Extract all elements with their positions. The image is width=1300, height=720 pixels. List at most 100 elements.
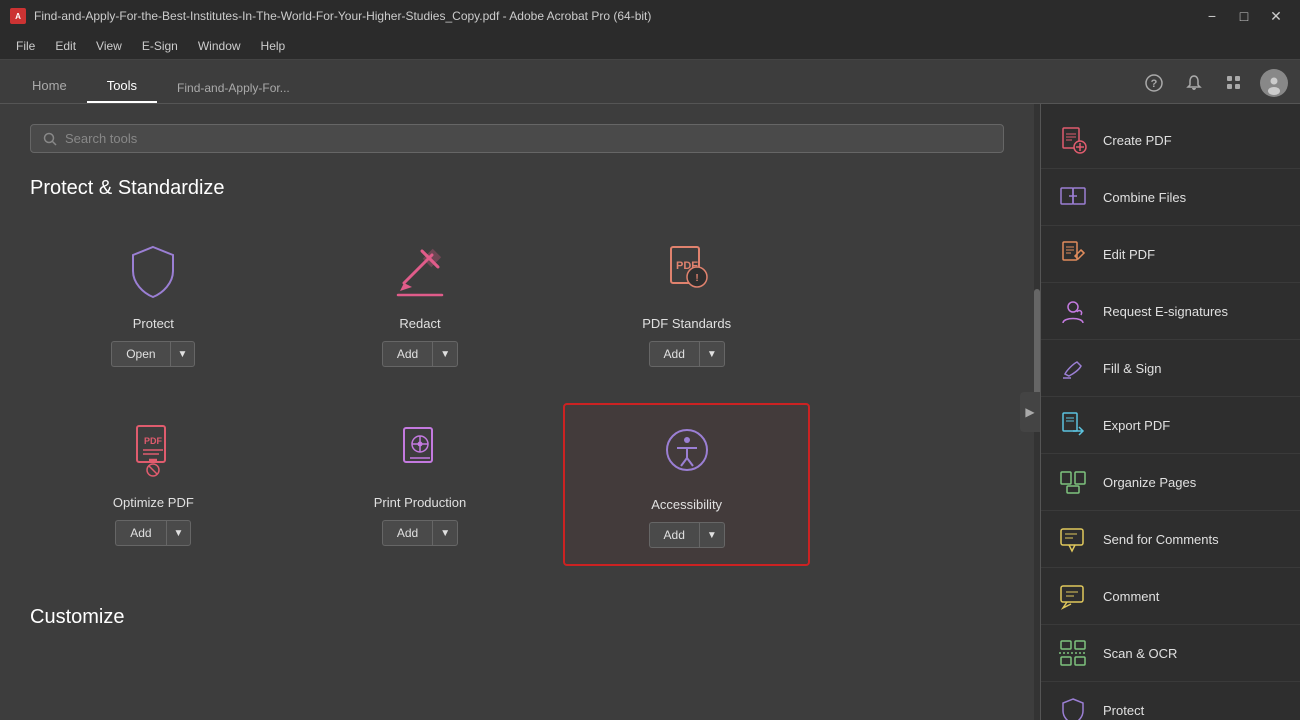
tool-card-pdf-standards: PDF ! PDF Standards Add ▼ — [563, 224, 810, 383]
menu-bar: File Edit View E-Sign Window Help — [0, 32, 1300, 60]
tool-actions-optimize-pdf: Add ▼ — [115, 520, 191, 546]
notification-icon[interactable] — [1180, 69, 1208, 97]
tab-file[interactable]: Find-and-Apply-For... — [157, 73, 310, 103]
panel-item-request-esign[interactable]: Request E-signatures — [1041, 283, 1300, 340]
menu-edit[interactable]: Edit — [47, 35, 84, 57]
panel-item-comment[interactable]: Comment — [1041, 568, 1300, 625]
panel-item-create-pdf[interactable]: Create PDF — [1041, 112, 1300, 169]
panel-item-combine-files[interactable]: Combine Files — [1041, 169, 1300, 226]
svg-text:?: ? — [1151, 78, 1158, 90]
tab-home[interactable]: Home — [12, 70, 87, 103]
panel-label-comment: Comment — [1103, 589, 1159, 604]
organize-pages-icon — [1057, 466, 1089, 498]
tool-name-optimize-pdf: Optimize PDF — [113, 495, 194, 510]
scan-ocr-icon — [1057, 637, 1089, 669]
tool-actions-accessibility: Add ▼ — [649, 522, 725, 548]
tools-grid: Protect Open ▼ — [30, 224, 810, 566]
export-pdf-icon — [1057, 409, 1089, 441]
pdf-standards-dropdown-button[interactable]: ▼ — [699, 341, 725, 367]
send-comments-icon — [1057, 523, 1089, 555]
protect-icon — [121, 240, 185, 304]
tool-actions-protect: Open ▼ — [111, 341, 195, 367]
tool-card-redact: Redact Add ▼ — [297, 224, 544, 383]
scroll-handle[interactable] — [1034, 289, 1040, 409]
create-pdf-icon — [1057, 124, 1089, 156]
panel-item-organize-pages[interactable]: Organize Pages — [1041, 454, 1300, 511]
menu-window[interactable]: Window — [190, 35, 249, 57]
accessibility-icon — [655, 421, 719, 485]
combine-files-icon — [1057, 181, 1089, 213]
protect-open-button[interactable]: Open — [111, 341, 169, 367]
protect-panel-icon — [1057, 694, 1089, 720]
tool-name-protect: Protect — [133, 316, 174, 331]
pdf-standards-add-button[interactable]: Add — [649, 341, 699, 367]
panel-label-send-comments: Send for Comments — [1103, 532, 1219, 547]
request-esign-icon — [1057, 295, 1089, 327]
panel-item-protect[interactable]: Protect — [1041, 682, 1300, 720]
panel-label-combine-files: Combine Files — [1103, 190, 1186, 205]
pdf-standards-icon: PDF ! — [655, 240, 719, 304]
panel-label-organize-pages: Organize Pages — [1103, 475, 1196, 490]
redact-add-button[interactable]: Add — [382, 341, 432, 367]
search-bar[interactable] — [30, 124, 1004, 153]
title-bar: A Find-and-Apply-For-the-Best-Institutes… — [0, 0, 1300, 32]
window-title: Find-and-Apply-For-the-Best-Institutes-I… — [34, 9, 1190, 23]
panel-item-edit-pdf[interactable]: Edit PDF — [1041, 226, 1300, 283]
accessibility-add-button[interactable]: Add — [649, 522, 699, 548]
panel-item-fill-sign[interactable]: Fill & Sign — [1041, 340, 1300, 397]
tool-name-redact: Redact — [399, 316, 440, 331]
app-icon: A — [10, 8, 26, 24]
tool-actions-print-production: Add ▼ — [382, 520, 458, 546]
tool-name-pdf-standards: PDF Standards — [642, 316, 731, 331]
optimize-pdf-add-button[interactable]: Add — [115, 520, 165, 546]
panel-label-create-pdf: Create PDF — [1103, 133, 1172, 148]
fill-sign-icon — [1057, 352, 1089, 384]
user-avatar[interactable] — [1260, 69, 1288, 97]
content-area: Protect & Standardize Protect Open ▼ — [0, 104, 1034, 720]
panel-label-export-pdf: Export PDF — [1103, 418, 1170, 433]
customize-title: Customize — [30, 606, 1004, 629]
tool-card-optimize-pdf: PDF Optimize PDF Add ▼ — [30, 403, 277, 566]
tool-card-print-production: Print Production Add ▼ — [297, 403, 544, 566]
scrollbar[interactable]: ▶ — [1034, 104, 1040, 720]
protect-dropdown-button[interactable]: ▼ — [170, 341, 196, 367]
close-button[interactable]: ✕ — [1262, 6, 1290, 26]
search-input[interactable] — [65, 131, 991, 146]
tool-actions-pdf-standards: Add ▼ — [649, 341, 725, 367]
optimize-pdf-dropdown-button[interactable]: ▼ — [166, 520, 192, 546]
tab-tools[interactable]: Tools — [87, 70, 157, 103]
menu-help[interactable]: Help — [253, 35, 294, 57]
help-icon[interactable]: ? — [1140, 69, 1168, 97]
maximize-button[interactable]: □ — [1230, 6, 1258, 26]
apps-icon[interactable] — [1220, 69, 1248, 97]
panel-label-protect: Protect — [1103, 703, 1144, 718]
section-title-protect: Protect & Standardize — [30, 177, 1004, 200]
redact-dropdown-button[interactable]: ▼ — [432, 341, 458, 367]
panel-label-scan-ocr: Scan & OCR — [1103, 646, 1177, 661]
accessibility-dropdown-button[interactable]: ▼ — [699, 522, 725, 548]
tool-name-accessibility: Accessibility — [651, 497, 722, 512]
menu-view[interactable]: View — [88, 35, 130, 57]
window-controls: − □ ✕ — [1198, 6, 1290, 26]
collapse-panel-button[interactable]: ▶ — [1020, 392, 1040, 432]
print-production-dropdown-button[interactable]: ▼ — [432, 520, 458, 546]
protect-standardize-section: Protect & Standardize Protect Open ▼ — [30, 177, 1004, 566]
customize-section: Customize — [30, 606, 1004, 629]
redact-icon — [388, 240, 452, 304]
tool-card-protect: Protect Open ▼ — [30, 224, 277, 383]
print-production-add-button[interactable]: Add — [382, 520, 432, 546]
panel-item-export-pdf[interactable]: Export PDF — [1041, 397, 1300, 454]
svg-text:PDF: PDF — [144, 436, 163, 446]
tool-actions-redact: Add ▼ — [382, 341, 458, 367]
tool-name-print-production: Print Production — [374, 495, 467, 510]
panel-label-fill-sign: Fill & Sign — [1103, 361, 1162, 376]
menu-file[interactable]: File — [8, 35, 43, 57]
menu-esign[interactable]: E-Sign — [134, 35, 186, 57]
tab-bar: Home Tools Find-and-Apply-For... ? — [0, 60, 1300, 104]
svg-text:A: A — [15, 12, 21, 21]
minimize-button[interactable]: − — [1198, 6, 1226, 26]
print-production-icon — [388, 419, 452, 483]
panel-item-send-comments[interactable]: Send for Comments — [1041, 511, 1300, 568]
panel-item-scan-ocr[interactable]: Scan & OCR — [1041, 625, 1300, 682]
optimize-pdf-icon: PDF — [121, 419, 185, 483]
